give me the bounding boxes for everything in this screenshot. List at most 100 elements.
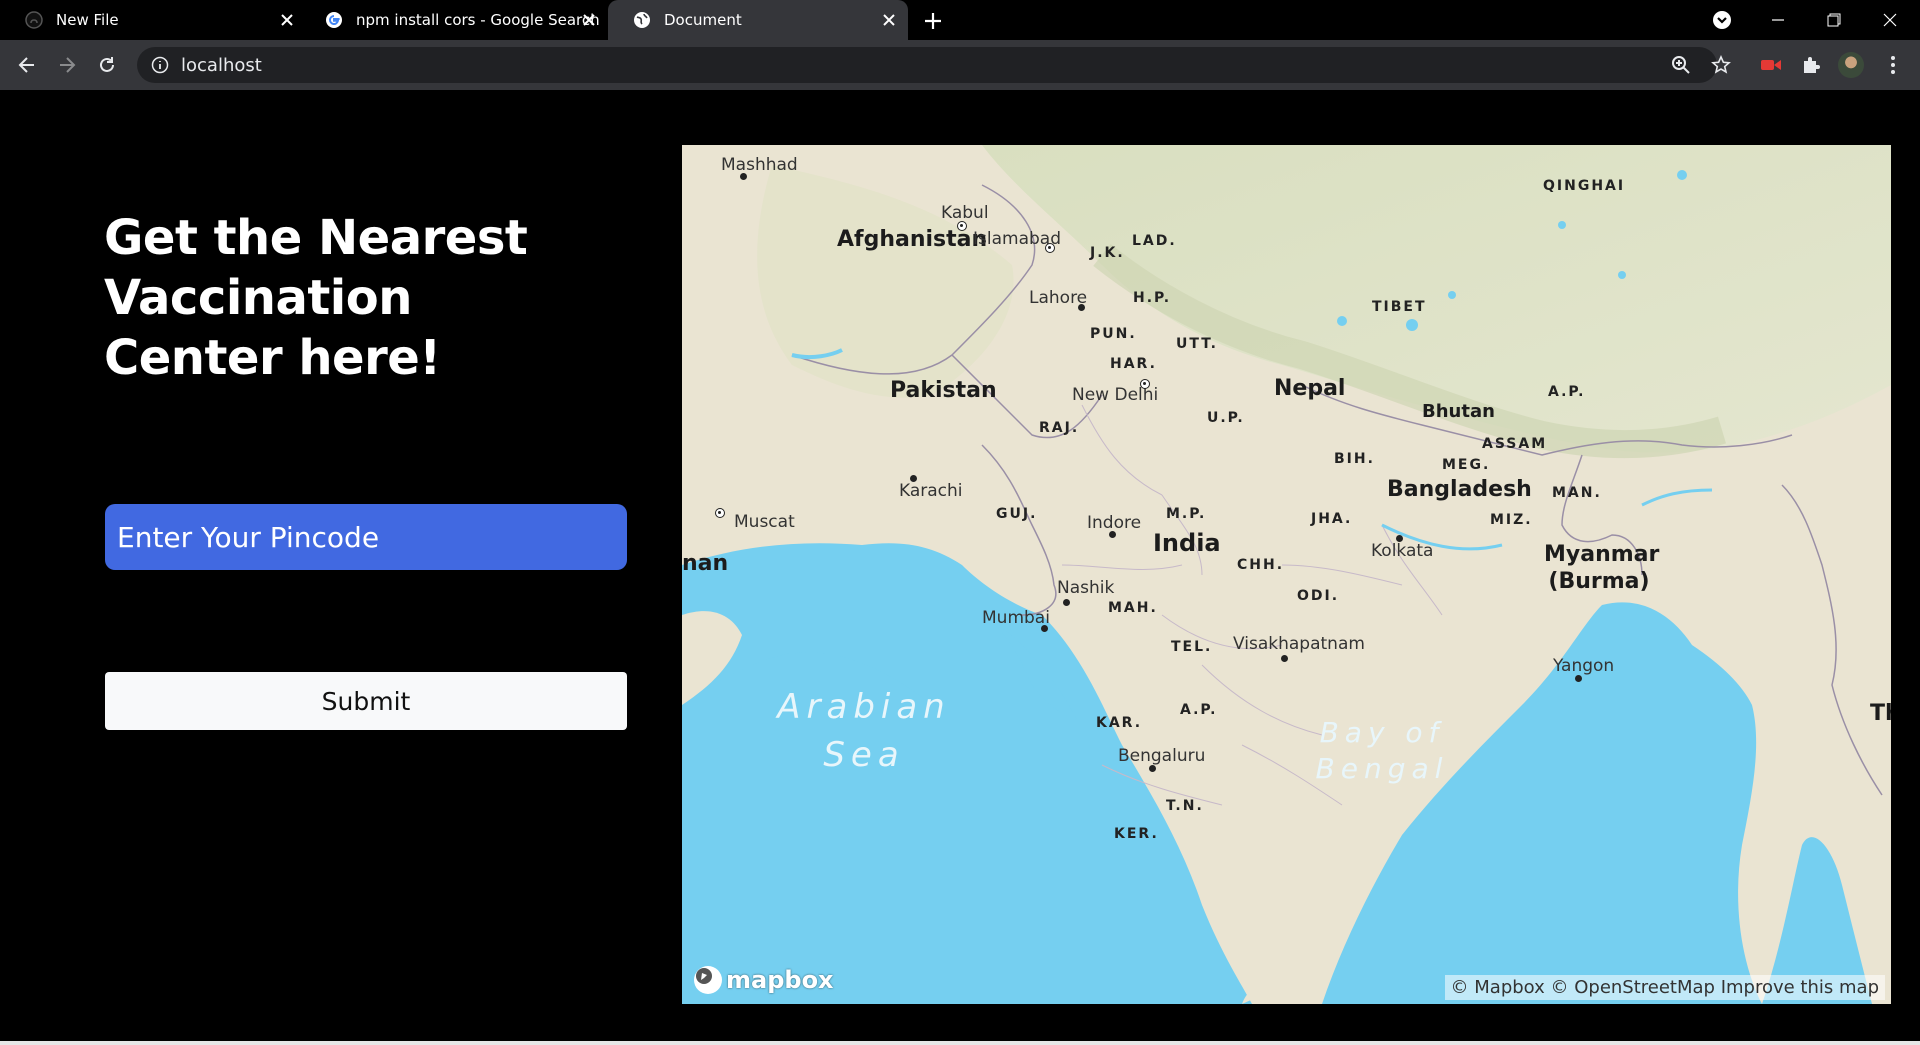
label-indore: Indore [1087,513,1142,533]
close-icon[interactable] [278,11,296,29]
label-muscat: Muscat [734,512,795,532]
close-icon[interactable] [880,11,898,29]
label-afghanistan: Afghanistan [837,227,988,252]
tab-title: New File [56,11,119,29]
label-har: HAR. [1110,356,1157,372]
label-tibet: TIBET [1372,299,1427,315]
label-jha: JHA. [1311,511,1353,527]
label-ker: KER. [1114,826,1159,842]
label-nashik: Nashik [1057,578,1115,598]
profile-avatar[interactable] [1838,52,1864,78]
label-chh: CHH. [1237,557,1285,573]
marker-mashhad [740,173,747,180]
url-text: localhost [181,54,262,76]
label-ap-north: A.P. [1548,384,1586,400]
mapbox-logo-icon [694,966,722,994]
label-mumbai: Mumbai [982,608,1050,628]
close-window-icon[interactable] [1866,0,1914,40]
label-arabian-sea: Arabian Sea [777,687,951,775]
tab-search-button[interactable] [1698,0,1746,40]
label-ap-south: A.P. [1180,702,1218,718]
map-base-layer [682,145,1891,1004]
reload-icon[interactable] [92,50,122,80]
globe-icon [632,10,652,30]
label-bay-of-bengal: Bay of Bengal [1315,716,1449,785]
bottom-edge [0,1041,1920,1045]
label-up: U.P. [1207,410,1245,426]
label-jk: J.K. [1090,245,1125,261]
marker-mumbai [1041,625,1048,632]
label-bih: BIH. [1334,451,1375,467]
tab-new-file[interactable]: New File [0,0,306,40]
menu-dots-icon[interactable] [1880,52,1906,78]
marker-yangon [1575,675,1582,682]
new-tab-button[interactable] [920,8,946,34]
label-man: MAN. [1552,485,1602,501]
info-icon[interactable] [151,56,169,74]
label-pun: PUN. [1090,326,1137,342]
label-tn: T.N. [1166,798,1204,814]
browser-tab-strip: New File npm install cors - Google Searc… [0,0,1920,40]
label-tel: TEL. [1171,639,1213,655]
marker-muscat [715,508,725,518]
forward-icon[interactable] [52,50,82,80]
label-mah: MAH. [1108,600,1158,616]
tab-title: npm install cors - Google Search [356,11,600,29]
label-nepal: Nepal [1274,376,1346,401]
github-icon [24,10,44,30]
marker-islamabad [1045,243,1055,253]
tab-document[interactable]: Document [608,0,908,40]
star-icon[interactable] [1708,52,1734,78]
marker-karachi [910,475,917,482]
label-assam: ASSAM [1482,436,1548,452]
label-kar: KAR. [1096,715,1143,731]
page-heading: Get the Nearest Vaccination Center here! [104,210,528,386]
marker-new-delhi [1140,379,1150,389]
address-bar[interactable]: localhost [137,47,1717,83]
extensions-icon[interactable] [1798,52,1824,78]
restore-icon[interactable] [1810,0,1858,40]
label-visakhapatnam: Visakhapatnam [1233,634,1365,654]
zoom-icon[interactable] [1668,52,1694,78]
label-yangon: Yangon [1553,656,1615,676]
mapbox-logo-text: mapbox [726,966,834,994]
browser-toolbar: localhost [0,40,1920,90]
minimize-icon[interactable] [1754,0,1802,40]
label-karachi: Karachi [899,481,963,501]
screen-recorder-icon[interactable] [1758,52,1784,78]
label-edge-left: nan [682,551,729,576]
marker-indore [1109,531,1116,538]
google-icon [324,10,344,30]
label-miz: MIZ. [1490,512,1533,528]
marker-lahore [1078,304,1085,311]
tab-google-search[interactable]: npm install cors - Google Search [306,0,608,40]
label-kolkata: Kolkata [1371,541,1434,561]
label-lad: LAD. [1132,233,1177,249]
label-mashhad: Mashhad [721,155,798,175]
marker-visakhapatnam [1281,655,1288,662]
marker-nashik [1063,599,1070,606]
label-raj: RAJ. [1039,420,1080,436]
label-mp: M.P. [1166,506,1207,522]
map-attribution[interactable]: © Mapbox © OpenStreetMap Improve this ma… [1444,975,1885,1000]
label-meg: MEG. [1442,457,1491,473]
label-pakistan: Pakistan [890,378,997,403]
back-icon[interactable] [12,50,42,80]
label-odi: ODI. [1297,588,1340,604]
label-bhutan: Bhutan [1422,401,1495,422]
page-viewport: Get the Nearest Vaccination Center here!… [0,90,1920,1045]
marker-kabul [957,221,967,231]
pincode-input[interactable] [105,504,627,570]
marker-kolkata [1396,535,1403,542]
submit-button[interactable]: Submit [105,672,627,730]
close-icon[interactable] [580,11,598,29]
label-utt: UTT. [1176,336,1218,352]
label-bangladesh: Bangladesh [1387,477,1532,502]
label-qinghai: QINGHAI [1543,178,1626,194]
label-myanmar: Myanmar (Burma) [1544,542,1660,594]
map-view[interactable]: Afghanistan Pakistan Nepal Bhutan Bangla… [682,145,1891,1004]
label-bengaluru: Bengaluru [1118,746,1206,766]
label-guj: GUJ. [996,506,1038,522]
mapbox-logo[interactable]: mapbox [694,966,834,994]
label-india: India [1153,529,1221,557]
